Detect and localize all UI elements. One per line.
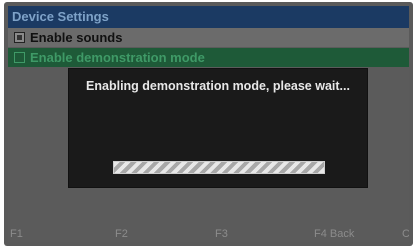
progress-bar <box>113 161 325 174</box>
function-key-bar: F1 F2 F3 F4 Back C <box>8 226 409 242</box>
menu-item-label: Enable demonstration mode <box>30 50 205 65</box>
menu-item-enable-demonstration-mode[interactable]: Enable demonstration mode <box>8 48 409 67</box>
f3-key[interactable]: F3 <box>215 226 228 242</box>
progress-dialog: Enabling demonstration mode, please wait… <box>68 68 368 188</box>
f1-key[interactable]: F1 <box>10 226 23 242</box>
menu-item-label: Enable sounds <box>30 30 123 45</box>
device-screen: Device Settings Enable sounds Enable dem… <box>8 6 409 242</box>
c-key[interactable]: C <box>402 226 409 242</box>
checkbox-icon[interactable] <box>14 32 25 43</box>
f4-back-key[interactable]: F4 Back <box>314 226 354 242</box>
checkbox-icon[interactable] <box>14 52 25 63</box>
menu-item-enable-sounds[interactable]: Enable sounds <box>8 28 409 47</box>
window-title: Device Settings <box>8 6 409 28</box>
dialog-message: Enabling demonstration mode, please wait… <box>86 79 350 93</box>
device-bezel: Device Settings Enable sounds Enable dem… <box>4 2 413 246</box>
f2-key[interactable]: F2 <box>115 226 128 242</box>
